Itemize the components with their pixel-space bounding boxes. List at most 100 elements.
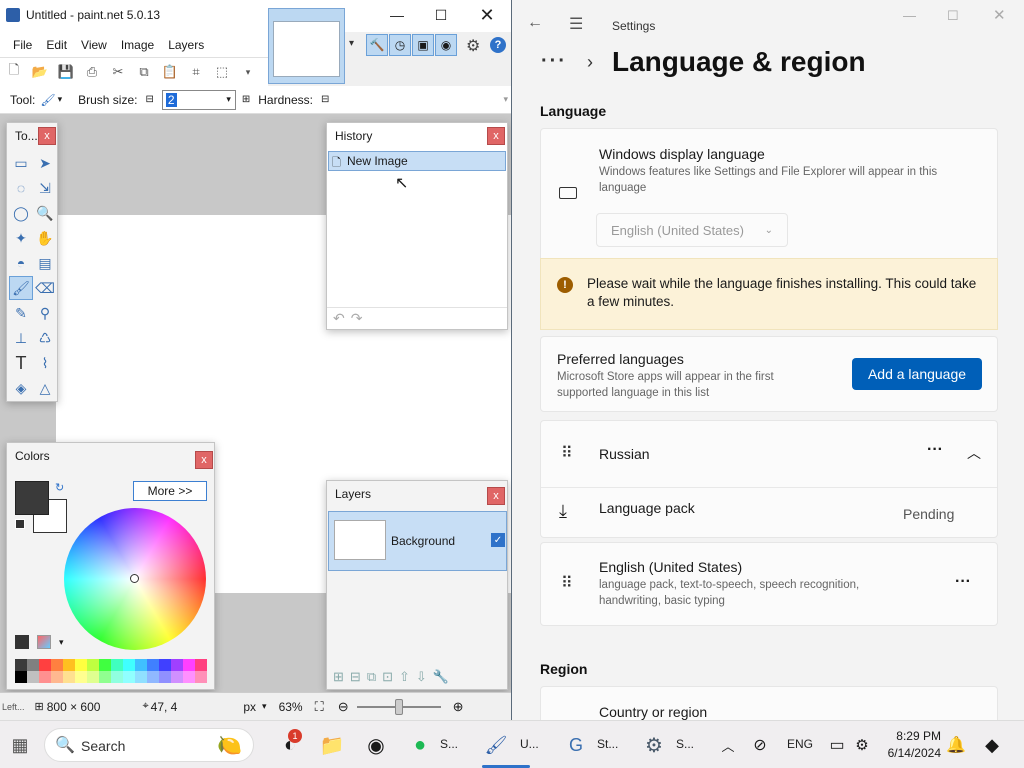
lasso-select-icon[interactable]: ◌	[9, 176, 33, 200]
palette-swatch[interactable]	[183, 659, 195, 671]
palette-swatch[interactable]	[27, 659, 39, 671]
palette-swatch[interactable]	[87, 671, 99, 683]
chevron-down-icon[interactable]: ▾	[262, 701, 267, 712]
file-explorer-icon[interactable]: 📁	[320, 733, 345, 757]
pencil-icon[interactable]: ✎	[9, 301, 33, 325]
clock-time[interactable]: 8:29 PM	[885, 729, 941, 743]
palette-swatch[interactable]	[147, 659, 159, 671]
palette-swatch[interactable]	[171, 659, 183, 671]
maximize-button[interactable]: ☐	[418, 0, 464, 30]
settings-status-icon[interactable]: ⚙	[850, 733, 874, 757]
history-toggle-icon[interactable]: ◷	[389, 34, 411, 56]
chevron-up-icon[interactable]: ︿	[967, 443, 981, 463]
color-wheel-marker[interactable]	[130, 574, 139, 583]
network-icon[interactable]: ⊘	[748, 733, 772, 757]
save-icon[interactable]: 💾	[58, 64, 74, 80]
menu-layers[interactable]: Layers	[161, 38, 211, 52]
layer-properties-icon[interactable]: 🔧	[433, 669, 449, 685]
move-layer-down-icon[interactable]: ⇩	[416, 669, 427, 685]
spotify-icon[interactable]: ●	[408, 733, 432, 757]
shapes-extra-icon[interactable]: △	[33, 376, 57, 400]
search-box[interactable]: 🔍 Search 🍋	[44, 728, 254, 762]
help-icon[interactable]: ?	[490, 37, 506, 53]
zoom-slider-thumb[interactable]	[394, 698, 403, 715]
copilot-icon[interactable]: ◆	[980, 733, 1004, 757]
palette-swatch[interactable]	[15, 659, 27, 671]
palette-swatch[interactable]	[195, 671, 207, 683]
swap-colors-icon[interactable]: ↻	[55, 481, 64, 494]
chevron-up-icon[interactable]: ︿	[716, 733, 740, 757]
widgets-icon[interactable]: ▦	[8, 733, 32, 757]
merge-layer-icon[interactable]: ⊡	[382, 669, 393, 685]
layer-visibility-checkbox[interactable]: ✓	[491, 533, 505, 547]
shapes-icon[interactable]: ◈	[9, 376, 33, 400]
zoom-out-icon[interactable]: ⊖	[338, 699, 349, 715]
new-file-icon[interactable]: 🗋	[6, 62, 22, 80]
color-picker-icon[interactable]: ⚲	[33, 301, 57, 325]
palette-swatch[interactable]	[39, 659, 51, 671]
move-selection-icon[interactable]: ⇲	[33, 176, 57, 200]
zoom-level[interactable]: 63%	[279, 700, 303, 714]
display-icon[interactable]: ▭	[825, 733, 849, 757]
palette-swatch[interactable]	[87, 659, 99, 671]
recolor-icon[interactable]: ♺	[33, 326, 57, 350]
drag-handle-icon[interactable]: ⠿	[561, 573, 573, 593]
palette-swatch[interactable]	[75, 659, 87, 671]
add-layer-icon[interactable]: ⊞	[333, 669, 344, 685]
cut-icon[interactable]: ✂	[110, 64, 126, 80]
ellipse-select-icon[interactable]: ◯	[9, 201, 33, 225]
chevron-down-icon[interactable]: ▾	[349, 38, 354, 49]
palette-swatch[interactable]	[63, 659, 75, 671]
move-layer-up-icon[interactable]: ⇧	[399, 669, 410, 685]
back-arrow-icon[interactable]: ←	[527, 14, 543, 32]
paintnet-taskbar-icon[interactable]: 🖌	[484, 733, 508, 757]
gear-icon[interactable]: ⚙	[466, 36, 480, 56]
palette-swatch[interactable]	[51, 659, 63, 671]
zoom-slider[interactable]	[356, 698, 441, 715]
zoom-in-icon[interactable]: ⊕	[453, 699, 464, 715]
taskbar-app-label[interactable]: U...	[520, 737, 539, 751]
drag-handle-icon[interactable]: ⠿	[561, 443, 573, 463]
eraser-icon[interactable]: ⌫	[33, 276, 57, 300]
close-button[interactable]: ✕	[464, 0, 510, 30]
more-options-icon[interactable]: ···	[927, 441, 943, 459]
redo-icon[interactable]: ↷	[351, 310, 363, 327]
move-selected-icon[interactable]: ➤	[33, 151, 57, 175]
paintbrush-icon[interactable]: 🖌	[40, 93, 55, 107]
line-curve-icon[interactable]: ⌇	[33, 351, 57, 375]
tools-toggle-icon[interactable]: 🔨	[366, 34, 388, 56]
history-item[interactable]: 🗋 New Image	[328, 151, 506, 171]
settings-gear-icon[interactable]: ⚙	[642, 733, 666, 757]
more-colors-button[interactable]: More >>	[133, 481, 207, 501]
palette-swatch[interactable]	[99, 659, 111, 671]
taskbar-app-label[interactable]: S...	[676, 737, 694, 751]
palette-swatch[interactable]	[159, 659, 171, 671]
image-tab-thumbnail[interactable]	[268, 8, 345, 84]
firefox-icon[interactable]: ◉	[364, 733, 388, 757]
palette-menu-icon[interactable]	[37, 635, 51, 649]
settings-close-button[interactable]: ✕	[993, 6, 1006, 24]
palette-swatch[interactable]	[39, 671, 51, 683]
palette-swatch[interactable]	[123, 659, 135, 671]
palette-swatch[interactable]	[63, 671, 75, 683]
paint-bucket-icon[interactable]: ◓	[9, 251, 33, 275]
palette-swatch[interactable]	[195, 659, 207, 671]
text-tool-icon[interactable]: T	[9, 351, 33, 375]
menu-file[interactable]: File	[6, 38, 39, 52]
print-icon[interactable]: ⎙	[84, 64, 100, 80]
deselect-icon[interactable]: ⬚	[214, 64, 230, 80]
copy-icon[interactable]: ⧉	[136, 64, 152, 80]
layers-toggle-icon[interactable]: ▣	[412, 34, 434, 56]
pan-hand-icon[interactable]: ✋	[33, 226, 57, 250]
tools-close-button[interactable]: x	[38, 127, 56, 145]
units-selector[interactable]: px	[243, 700, 256, 714]
menu-view[interactable]: View	[74, 38, 114, 52]
brush-size-input[interactable]: 2 ▾	[161, 89, 236, 110]
colors-close-button[interactable]: x	[195, 451, 213, 469]
palette-swatch[interactable]	[159, 671, 171, 683]
palette-swatch[interactable]	[51, 671, 63, 683]
menu-image[interactable]: Image	[114, 38, 161, 52]
magic-wand-icon[interactable]: ✦	[9, 226, 33, 250]
palette-swatch[interactable]	[147, 671, 159, 683]
palette-swatch[interactable]	[183, 671, 195, 683]
